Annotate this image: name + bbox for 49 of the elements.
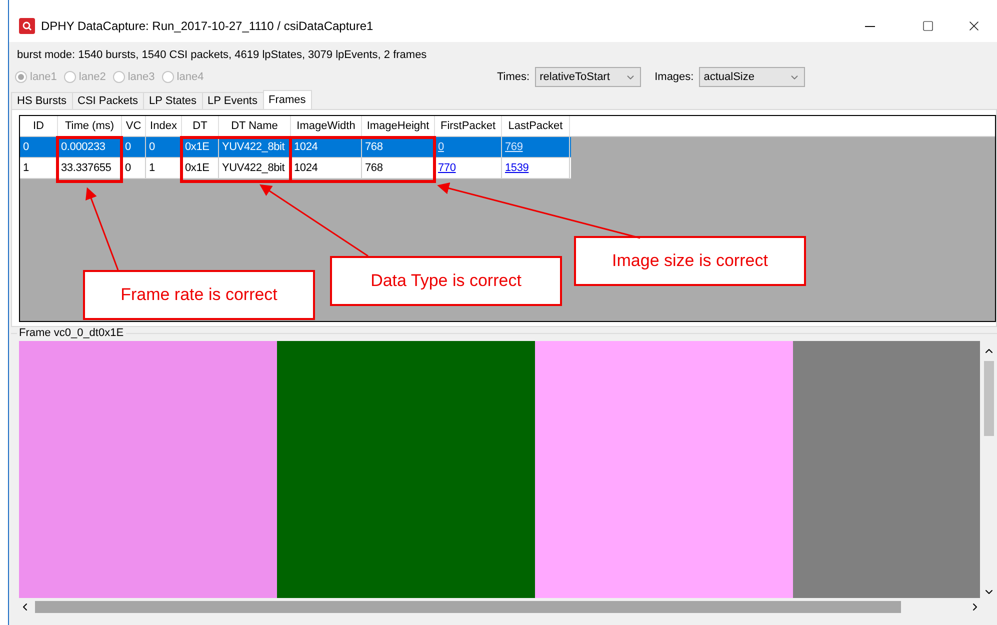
table-cell: 1024 — [291, 158, 362, 178]
table-cell: 0.000233 — [58, 137, 122, 157]
column-header[interactable]: ID — [20, 116, 58, 136]
column-header[interactable]: DT Name — [219, 116, 291, 136]
table-cell: 0 — [20, 137, 58, 157]
column-header[interactable]: Time (ms) — [58, 116, 122, 136]
tab[interactable]: HS Bursts — [11, 92, 73, 109]
table-cell: YUV422_8bit — [219, 137, 291, 157]
table-row[interactable]: 0 0.000233 0 0 0x1E YUV422_8bit 1024 768 0 769 — [20, 137, 571, 158]
table-cell: 33.337655 — [58, 158, 122, 178]
table-row[interactable]: 1 33.337655 0 1 0x1E YUV422_8bit 1024 768 770 1539 — [20, 158, 571, 179]
table-cell: 1 — [146, 158, 182, 178]
maximize-icon — [922, 20, 934, 32]
table-cell: 0x1E — [182, 158, 219, 178]
highlight-frame — [56, 136, 123, 183]
tab[interactable]: Frames — [262, 90, 312, 109]
column-header[interactable]: ImageHeight — [362, 116, 435, 136]
packet-link[interactable]: 0 — [438, 141, 444, 153]
table-cell: 0 — [146, 137, 182, 157]
packet-link[interactable]: 769 — [505, 141, 523, 153]
capture-summary: burst mode: 1540 bursts, 1540 CSI packets, 4619 lpStates, 3079 lpEvents, 2 frames — [17, 49, 428, 63]
annotation-callout: Data Type is correct — [330, 256, 562, 306]
table-cell: 0 — [122, 158, 146, 178]
column-header[interactable]: VC — [122, 116, 146, 136]
packet-link[interactable]: 1539 — [505, 162, 529, 174]
packet-link[interactable]: 770 — [438, 162, 456, 174]
column-header[interactable]: FirstPacket — [435, 116, 502, 136]
annotation-callout: Image size is correct — [574, 236, 806, 286]
table-cell: 768 — [362, 158, 435, 178]
images-dropdown[interactable]: actualSize — [698, 67, 805, 87]
column-header[interactable]: DT — [182, 116, 219, 136]
frame-group-title: Frame vc0_0_dt0x1E — [17, 327, 126, 339]
table-cell: 0 — [122, 137, 146, 157]
images-label: Images: — [654, 71, 694, 83]
table-cell: 1024 — [291, 137, 362, 157]
scroll-thumb[interactable] — [35, 600, 901, 612]
column-header[interactable]: ImageWidth — [291, 116, 362, 136]
window-title: DPHY DataCapture: Run_2017-10-27_1110 / csiDataCapture1 — [41, 19, 374, 33]
table-cell: 768 — [362, 137, 435, 157]
table-cell: YUV422_8bit — [219, 158, 291, 178]
column-header[interactable]: LastPacket — [502, 116, 570, 136]
times-label: Times: — [497, 71, 530, 83]
table-cell: 1 — [20, 158, 58, 178]
scroll-thumb[interactable] — [984, 361, 994, 436]
column-header[interactable]: Index — [146, 116, 182, 136]
annotation-callout: Frame rate is correct — [83, 270, 315, 320]
table-cell: 0x1E — [182, 137, 219, 157]
times-dropdown[interactable]: relativeToStart — [534, 67, 641, 87]
app-icon — [19, 18, 35, 34]
